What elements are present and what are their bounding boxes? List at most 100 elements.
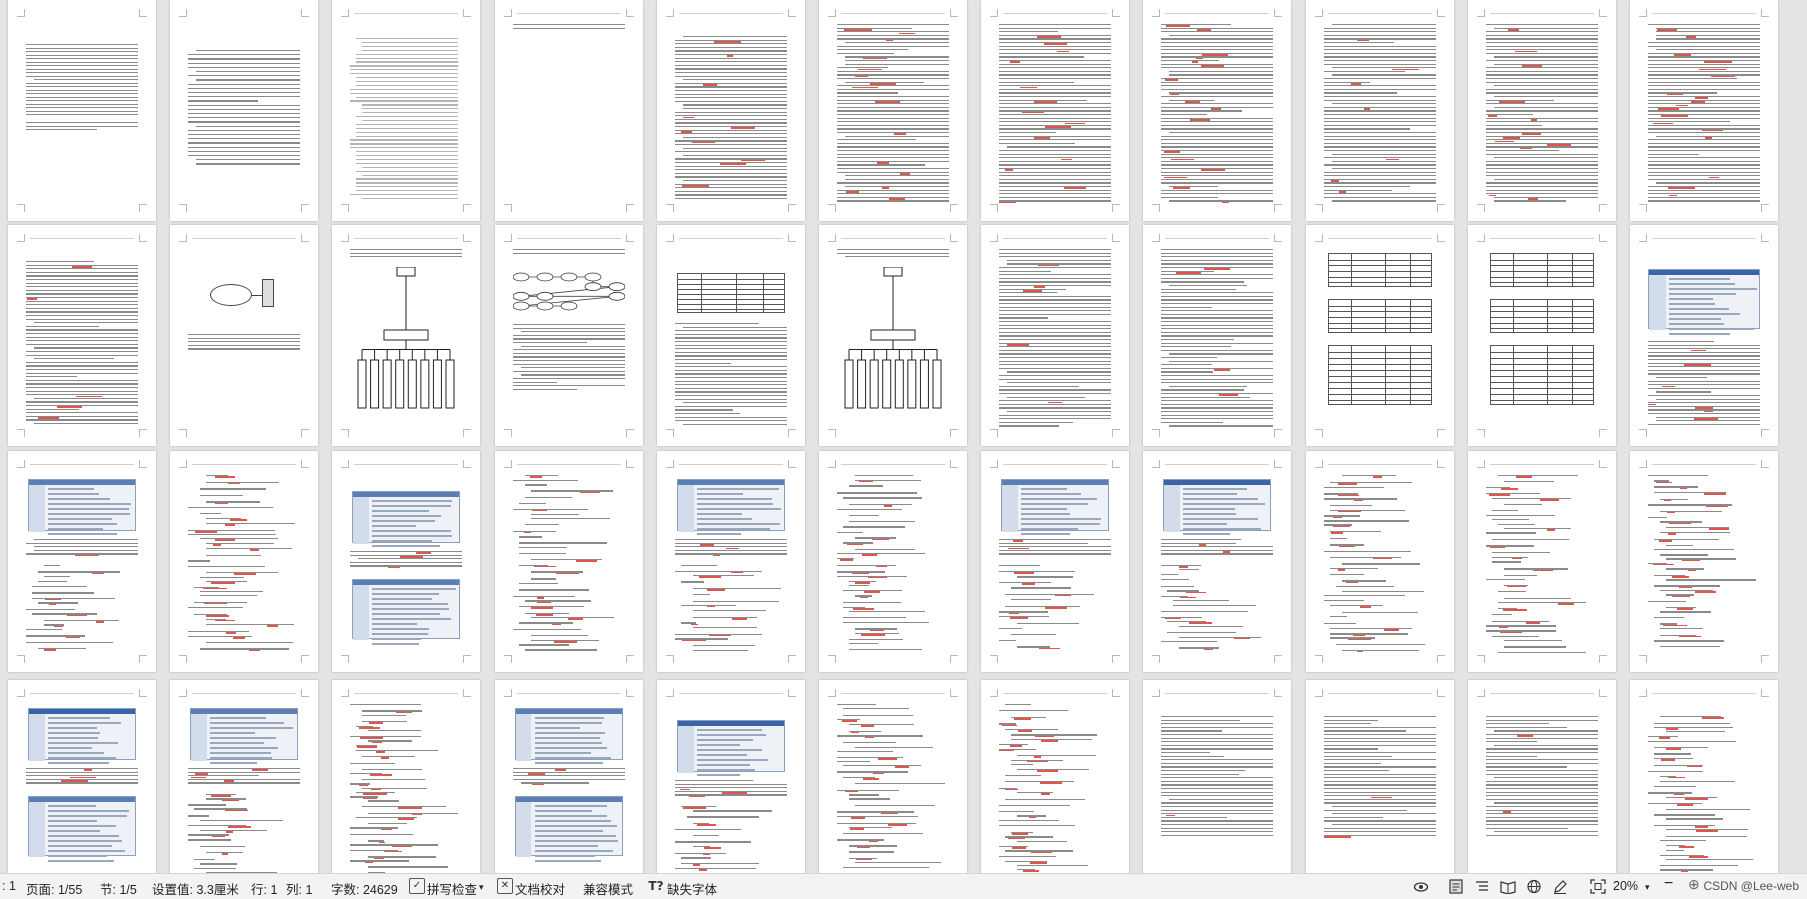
page-corner-mark (1639, 689, 1647, 697)
code-line (843, 616, 906, 619)
document-canvas[interactable] (0, 0, 1807, 873)
code-line (38, 571, 120, 573)
text-line (1656, 398, 1760, 400)
page-thumbnail[interactable] (170, 680, 319, 873)
text-line (1323, 92, 1398, 94)
page-thumbnail[interactable] (656, 680, 805, 873)
page-thumbnail[interactable] (1467, 680, 1616, 873)
page-thumbnail[interactable] (981, 680, 1130, 873)
page-thumbnail[interactable] (494, 0, 643, 221)
text-line (682, 402, 787, 404)
spell-error-mark (75, 554, 99, 557)
page-thumbnail[interactable] (981, 451, 1130, 672)
page-thumbnail[interactable] (1143, 451, 1292, 672)
page-corner-mark (1112, 234, 1121, 242)
write-view-icon[interactable] (1552, 879, 1568, 894)
page-thumbnail[interactable] (981, 0, 1130, 221)
page-corner-mark (1436, 9, 1445, 17)
outline-view-icon[interactable] (1474, 879, 1490, 894)
code-line (674, 570, 763, 572)
text-line (1485, 791, 1598, 793)
text-line (1161, 553, 1274, 555)
page-corner-mark (950, 655, 958, 663)
word-count[interactable]: 字数: 24629 (331, 879, 398, 898)
page-thumbnail[interactable] (1467, 0, 1616, 221)
proofread-button[interactable]: 文档校对 (515, 879, 565, 898)
text-line (1485, 45, 1598, 47)
eye-protection-icon[interactable] (1413, 879, 1429, 894)
status-bar: : 1 页面: 1/55 节: 1/5 设置值: 3.3厘米 行: 1 列: 1… (0, 873, 1807, 899)
text-line (1485, 762, 1598, 765)
text-line (999, 135, 1112, 137)
web-view-icon[interactable] (1526, 879, 1542, 894)
text-line (1656, 377, 1707, 379)
missing-font-button[interactable]: 缺失字体 (667, 879, 717, 898)
page-thumbnail[interactable] (1143, 0, 1292, 221)
section-indicator[interactable]: 节: 1/5 (100, 879, 137, 898)
reading-view-icon[interactable] (1500, 879, 1516, 894)
page-thumbnail[interactable] (1305, 0, 1454, 221)
page-thumbnail[interactable] (1143, 680, 1292, 873)
text-line (845, 135, 949, 137)
spell-error-mark (689, 795, 706, 798)
page-thumbnail[interactable] (656, 0, 805, 221)
page-thumbnail[interactable] (1305, 225, 1454, 446)
setting-value[interactable]: 设置值: 3.3厘米 (152, 879, 239, 898)
page-thumbnail[interactable] (819, 0, 967, 221)
page-thumbnail[interactable] (8, 0, 156, 221)
page-corner-mark (625, 460, 634, 468)
zoom-out-icon[interactable]: − (1664, 875, 1673, 893)
page-thumbnail[interactable] (819, 451, 967, 672)
page-thumbnail[interactable] (1630, 225, 1778, 446)
text-line (1323, 809, 1408, 811)
page-thumbnail[interactable] (332, 0, 481, 221)
zoom-dropdown-icon[interactable]: ▾ (1645, 882, 1650, 893)
page-thumbnail[interactable] (1630, 680, 1778, 873)
page-thumbnail[interactable] (1630, 0, 1778, 221)
page-thumbnail[interactable] (981, 225, 1130, 446)
zoom-level[interactable]: 20% (1613, 879, 1638, 893)
page-thumbnail[interactable] (8, 225, 156, 446)
page-thumbnail[interactable] (819, 680, 967, 873)
page-thumbnail[interactable] (1467, 451, 1616, 672)
page-thumbnail[interactable] (1143, 225, 1292, 446)
page-thumbnail[interactable] (8, 451, 156, 672)
page-corner-mark (828, 460, 836, 468)
page-thumbnail[interactable] (1630, 451, 1778, 672)
page-indicator[interactable]: 页面: 1/55 (26, 879, 82, 898)
page-header-rule (516, 238, 621, 239)
spell-check-icon[interactable]: ✓ (409, 878, 425, 894)
code-line (1660, 839, 1707, 842)
text-line (26, 89, 138, 91)
page-thumbnail[interactable] (1305, 680, 1454, 873)
page-thumbnail[interactable] (8, 680, 156, 873)
page-thumbnail[interactable] (656, 225, 805, 446)
proofread-icon[interactable]: ✕ (497, 878, 513, 894)
text-line (1485, 820, 1598, 822)
page-corner-mark (990, 234, 999, 242)
chevron-down-icon[interactable]: ▾ (479, 882, 484, 893)
page-thumbnail[interactable] (1305, 451, 1454, 672)
page-view-icon[interactable] (1448, 879, 1464, 894)
page-thumbnail[interactable] (332, 680, 481, 873)
zoom-in-icon[interactable]: ⊕ (1688, 876, 1700, 893)
text-line (1485, 146, 1598, 148)
page-thumbnail[interactable] (494, 225, 643, 446)
page-thumbnail[interactable] (494, 680, 643, 873)
code-line (206, 642, 293, 644)
text-line (26, 412, 138, 414)
page-thumbnail[interactable] (170, 225, 319, 446)
fit-page-icon[interactable] (1590, 879, 1606, 894)
page-thumbnail[interactable] (170, 0, 319, 221)
page-thumbnail[interactable] (494, 451, 643, 672)
spell-check-button[interactable]: 拼写检查 (427, 879, 477, 898)
page-thumbnail[interactable] (656, 451, 805, 672)
page-thumbnail[interactable] (170, 451, 319, 672)
missing-font-icon[interactable]: T? (648, 878, 664, 894)
toc-entry (362, 112, 459, 114)
page-thumbnail[interactable] (332, 225, 481, 446)
page-thumbnail[interactable] (1467, 225, 1616, 446)
page-thumbnail[interactable] (819, 225, 967, 446)
text-line (837, 164, 925, 166)
page-thumbnail[interactable] (332, 451, 481, 672)
